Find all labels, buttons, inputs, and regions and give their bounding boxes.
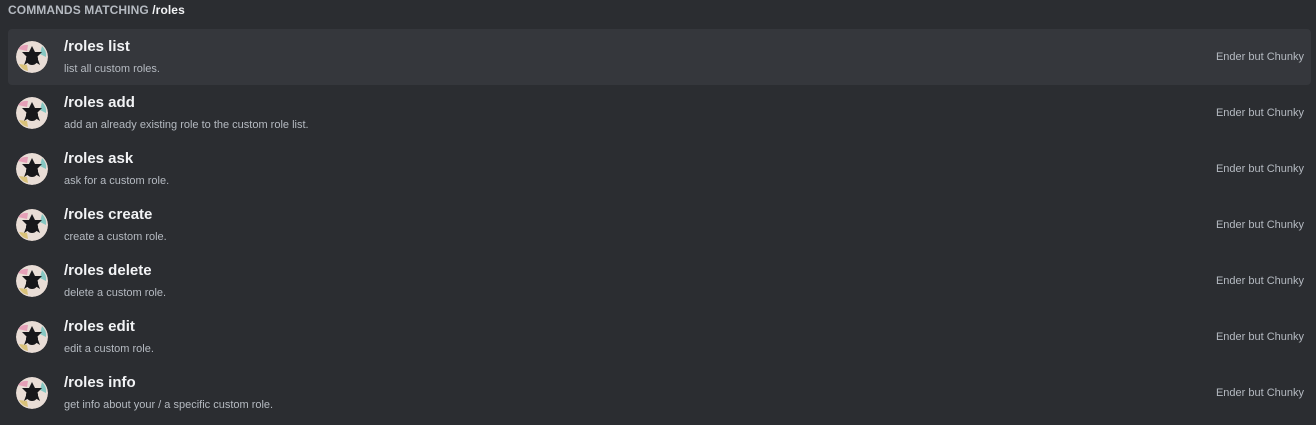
command-row-roles-add[interactable]: /roles add add an already existing role … — [8, 85, 1311, 141]
header-query: /roles — [152, 3, 185, 17]
command-name: /roles add — [64, 94, 135, 111]
command-source: Ender but Chunky — [1215, 163, 1304, 175]
bot-avatar-icon — [16, 265, 48, 297]
command-name: /roles edit — [64, 318, 135, 335]
command-row-roles-info[interactable]: /roles info get info about your / a spec… — [8, 365, 1311, 421]
command-source: Ender but Chunky — [1215, 107, 1304, 119]
command-row-roles-edit[interactable]: /roles edit edit a custom role. Ender bu… — [8, 309, 1311, 365]
command-source: Ender but Chunky — [1215, 275, 1304, 287]
command-row-roles-delete[interactable]: /roles delete delete a custom role. Ende… — [8, 253, 1311, 309]
command-row-roles-list[interactable]: /roles list list all custom roles. Ender… — [8, 29, 1311, 85]
header-prefix: COMMANDS MATCHING — [8, 3, 153, 17]
command-name: /roles ask — [64, 150, 134, 167]
command-description: add an already existing role to the cust… — [64, 119, 309, 131]
bot-avatar-icon — [16, 97, 48, 129]
bot-avatar-icon — [16, 321, 48, 353]
command-source: Ender but Chunky — [1215, 331, 1304, 343]
command-name: /roles info — [64, 374, 136, 391]
command-name: /roles list — [64, 38, 130, 55]
command-name: /roles create — [64, 206, 153, 223]
bot-avatar-icon — [16, 377, 48, 409]
command-source: Ender but Chunky — [1215, 387, 1304, 399]
bot-avatar-icon — [16, 209, 48, 241]
command-source: Ender but Chunky — [1215, 219, 1304, 231]
command-description: create a custom role. — [64, 231, 167, 243]
command-name: /roles delete — [64, 262, 152, 279]
command-row-roles-create[interactable]: /roles create create a custom role. Ende… — [8, 197, 1311, 253]
bot-avatar-icon — [16, 153, 48, 185]
command-description: delete a custom role. — [64, 287, 167, 299]
autocomplete-header: COMMANDS MATCHING /roles — [8, 2, 185, 18]
command-list: /roles list list all custom roles. Ender… — [8, 29, 1311, 421]
bot-avatar-icon — [16, 41, 48, 73]
command-description: list all custom roles. — [64, 63, 160, 75]
command-description: ask for a custom role. — [64, 175, 170, 187]
command-description: get info about your / a specific custom … — [64, 399, 274, 411]
command-description: edit a custom role. — [64, 343, 154, 355]
command-row-roles-ask[interactable]: /roles ask ask for a custom role. Ender … — [8, 141, 1311, 197]
command-autocomplete-panel: COMMANDS MATCHING /roles /roles list lis… — [0, 0, 1316, 425]
command-source: Ender but Chunky — [1215, 51, 1304, 63]
